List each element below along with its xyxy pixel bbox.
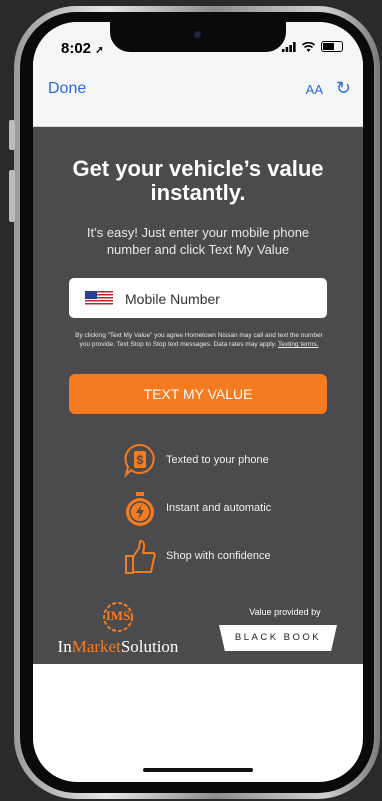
reload-icon[interactable]: ↻ <box>336 78 351 99</box>
texting-terms-link[interactable]: Texting terms. <box>278 341 318 348</box>
feature-label: Texted to your phone <box>166 454 269 466</box>
us-flag-icon <box>85 291 113 306</box>
side-button <box>9 120 15 150</box>
status-icons <box>282 41 343 52</box>
status-bar: 8:02 ➚ <box>33 22 363 70</box>
feature-item: Instant and automatic <box>123 490 343 528</box>
home-indicator[interactable] <box>143 768 253 772</box>
trade-in-panel: Get your vehicle’s value instantly. It’s… <box>33 127 363 664</box>
phone-screen: 8:02 ➚ Done AA ↻ Get your vehicle’s valu… <box>33 22 363 782</box>
side-button <box>9 170 15 222</box>
notch <box>110 22 286 52</box>
signal-icon <box>282 41 296 52</box>
mobile-number-placeholder: Mobile Number <box>125 291 220 307</box>
wifi-icon <box>302 41 315 52</box>
footer-logos: IMS InMarketSolution Value provided by B… <box>33 597 363 663</box>
text-size-button[interactable]: AA <box>306 82 323 97</box>
blackbook-logo: BLACK BOOK <box>219 625 337 651</box>
mobile-number-input[interactable]: Mobile Number <box>69 278 327 318</box>
location-arrow-icon: ➚ <box>95 45 104 56</box>
consent-disclaimer: By clicking “Text My Value” you agree Ho… <box>75 331 323 349</box>
status-time: 8:02 ➚ <box>61 40 104 57</box>
feature-label: Shop with confidence <box>166 550 271 562</box>
inmarket-solution-logo: IMS InMarketSolution <box>43 599 193 663</box>
done-button[interactable]: Done <box>48 80 86 98</box>
stopwatch-icon <box>126 492 154 526</box>
ims-badge: IMS <box>105 608 131 623</box>
feature-item: Shop with confidence <box>123 538 343 576</box>
camera-icon <box>194 31 201 38</box>
feature-label: Instant and automatic <box>166 502 272 514</box>
battery-icon <box>321 41 343 52</box>
dollar-chat-icon: $ <box>124 443 155 479</box>
svg-text:$: $ <box>137 453 144 467</box>
text-my-value-button[interactable]: TEXT MY VALUE <box>69 374 327 414</box>
intro-text: It’s easy! Just enter your mobile phone … <box>86 225 310 257</box>
browser-toolbar: Done AA ↻ <box>33 70 363 127</box>
feature-item: $ Texted to your phone <box>123 442 343 480</box>
thumbs-up-icon <box>125 540 156 574</box>
inmarket-solution-wordmark: InMarketSolution <box>57 637 179 656</box>
page-title: Get your vehicle’s value instantly. <box>72 156 324 205</box>
value-provided-label: Value provided by <box>249 607 321 617</box>
